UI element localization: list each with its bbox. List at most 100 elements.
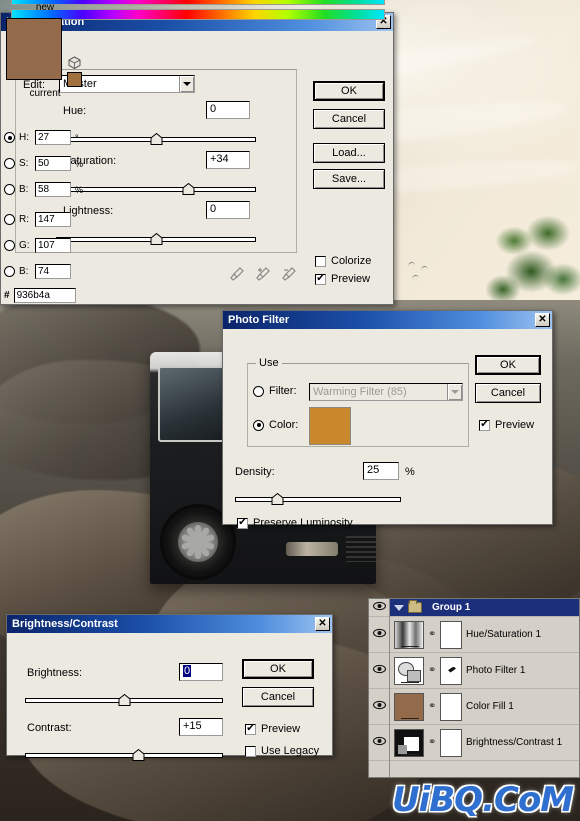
load-button[interactable]: Load... bbox=[313, 143, 385, 163]
color-field-input[interactable]: 74 bbox=[35, 264, 71, 279]
hex-field-row[interactable]: # 936b4a bbox=[4, 288, 76, 303]
photo-filter-titlebar[interactable]: Photo Filter ✕ bbox=[223, 311, 552, 329]
saturation-input[interactable]: +34 bbox=[206, 151, 250, 169]
link-icon[interactable]: ⚭ bbox=[428, 629, 436, 640]
ok-button[interactable]: OK bbox=[475, 355, 541, 375]
eye-icon[interactable] bbox=[372, 700, 386, 713]
layer-visibility-toggle[interactable] bbox=[369, 599, 389, 617]
layer-thumbnail[interactable] bbox=[394, 728, 424, 757]
filter-radio[interactable] bbox=[253, 385, 264, 397]
eyedropper-icon[interactable] bbox=[229, 266, 245, 282]
hex-input[interactable]: 936b4a bbox=[13, 288, 76, 303]
layer-row[interactable]: ⚭ Color Fill 1 bbox=[390, 689, 579, 725]
cancel-button[interactable]: Cancel bbox=[242, 687, 314, 707]
eyedropper-subtract-icon[interactable] bbox=[281, 266, 297, 282]
color-radio-r[interactable] bbox=[4, 214, 15, 225]
cancel-button[interactable]: Cancel bbox=[313, 109, 385, 129]
use-legacy-checkbox[interactable] bbox=[245, 745, 256, 757]
preview-checkbox-row[interactable]: ✔ Preview bbox=[245, 723, 300, 735]
new-color-swatch[interactable] bbox=[6, 18, 62, 80]
contrast-input[interactable]: +15 bbox=[179, 718, 223, 736]
color-field-s[interactable]: S: 50% bbox=[4, 156, 83, 171]
contrast-slider[interactable] bbox=[25, 749, 223, 761]
preserve-luminosity-row[interactable]: ✔ Preserve Luminosity bbox=[237, 517, 353, 529]
layer-row[interactable]: ⚭ Brightness/Contrast 1 bbox=[390, 725, 579, 761]
lightness-slider-thumb[interactable] bbox=[150, 233, 163, 245]
hue-input[interactable]: 0 bbox=[206, 101, 250, 119]
web-safe-color-swatch[interactable] bbox=[67, 72, 82, 87]
preview-checkbox-row[interactable]: ✔ Preview bbox=[315, 273, 370, 285]
layer-mask-thumbnail[interactable] bbox=[440, 620, 462, 649]
saturation-slider[interactable] bbox=[56, 183, 256, 195]
close-icon[interactable]: ✕ bbox=[535, 313, 550, 327]
colorize-checkbox[interactable] bbox=[315, 255, 326, 267]
color-radio-b2[interactable] bbox=[4, 266, 15, 277]
hue-slider[interactable] bbox=[56, 133, 256, 145]
preview-checkbox[interactable]: ✔ bbox=[315, 273, 326, 285]
color-radio-s[interactable] bbox=[4, 158, 15, 169]
color-field-input[interactable]: 50 bbox=[35, 156, 71, 171]
color-field-b[interactable]: B: 58% bbox=[4, 182, 83, 197]
ok-button[interactable]: OK bbox=[242, 659, 314, 679]
color-field-h[interactable]: H: 27 ° bbox=[4, 130, 79, 145]
density-slider-thumb[interactable] bbox=[271, 493, 284, 505]
preserve-luminosity-checkbox[interactable]: ✔ bbox=[237, 517, 248, 529]
lightness-slider[interactable] bbox=[56, 233, 256, 245]
layer-row[interactable]: ⚭ Photo Filter 1 bbox=[390, 653, 579, 689]
layer-visibility-toggle[interactable] bbox=[369, 653, 389, 689]
color-field-r[interactable]: R: 147 bbox=[4, 212, 75, 227]
preview-checkbox[interactable]: ✔ bbox=[245, 723, 256, 735]
link-icon[interactable]: ⚭ bbox=[428, 665, 436, 676]
layer-thumbnail[interactable] bbox=[394, 620, 424, 649]
layer-row[interactable]: ⚭ Hue/Saturation 1 bbox=[390, 617, 579, 653]
filter-radio-row[interactable]: Filter: bbox=[253, 385, 297, 397]
close-icon[interactable]: ✕ bbox=[315, 617, 330, 631]
color-field-input[interactable]: 58 bbox=[35, 182, 71, 197]
use-legacy-row[interactable]: Use Legacy bbox=[245, 745, 319, 757]
link-icon[interactable]: ⚭ bbox=[428, 701, 436, 712]
density-slider[interactable] bbox=[235, 493, 401, 505]
filter-preset-combobox[interactable]: Warming Filter (85) bbox=[309, 383, 463, 401]
layer-group-row[interactable]: Group 1 bbox=[390, 599, 579, 617]
save-button[interactable]: Save... bbox=[313, 169, 385, 189]
color-radio-g[interactable] bbox=[4, 240, 15, 251]
eye-icon[interactable] bbox=[372, 664, 386, 677]
density-input[interactable]: 25 bbox=[363, 462, 399, 480]
color-radio-h[interactable] bbox=[4, 132, 15, 143]
color-radio-b[interactable] bbox=[4, 184, 15, 195]
eye-icon[interactable] bbox=[372, 736, 386, 749]
color-field-input[interactable]: 107 bbox=[35, 238, 71, 253]
link-icon[interactable]: ⚭ bbox=[428, 737, 436, 748]
color-field-b2[interactable]: B: 74 bbox=[4, 264, 75, 279]
colorize-checkbox-row[interactable]: Colorize bbox=[315, 255, 371, 267]
brightness-input[interactable]: 0 bbox=[179, 663, 223, 681]
layer-visibility-toggle[interactable] bbox=[369, 617, 389, 653]
eyedropper-add-icon[interactable] bbox=[255, 266, 271, 282]
layer-visibility-toggle[interactable] bbox=[369, 689, 389, 725]
contrast-slider-thumb[interactable] bbox=[132, 749, 145, 761]
brightness-contrast-titlebar[interactable]: Brightness/Contrast ✕ bbox=[7, 615, 332, 633]
layer-mask-thumbnail[interactable] bbox=[440, 728, 462, 757]
saturation-slider-thumb[interactable] bbox=[182, 183, 195, 195]
layer-thumbnail[interactable] bbox=[394, 656, 424, 685]
layer-thumbnail[interactable] bbox=[394, 692, 424, 721]
brightness-slider[interactable] bbox=[25, 694, 223, 706]
color-field-input[interactable]: 27 bbox=[35, 130, 71, 145]
layer-visibility-toggle[interactable] bbox=[369, 725, 389, 761]
preview-checkbox-row[interactable]: ✔ Preview bbox=[479, 419, 534, 431]
web-safe-cube-icon[interactable] bbox=[68, 56, 81, 69]
color-field-g[interactable]: G: 107 bbox=[4, 238, 75, 253]
brightness-slider-thumb[interactable] bbox=[118, 694, 131, 706]
preview-checkbox[interactable]: ✔ bbox=[479, 419, 490, 431]
layer-mask-thumbnail[interactable] bbox=[440, 692, 462, 721]
color-radio[interactable] bbox=[253, 419, 264, 431]
cancel-button[interactable]: Cancel bbox=[475, 383, 541, 403]
eye-icon[interactable] bbox=[372, 601, 386, 614]
ok-button[interactable]: OK bbox=[313, 81, 385, 101]
lightness-input[interactable]: 0 bbox=[206, 201, 250, 219]
layer-mask-thumbnail[interactable] bbox=[440, 656, 462, 685]
chevron-down-icon[interactable] bbox=[394, 604, 404, 611]
eye-icon[interactable] bbox=[372, 628, 386, 641]
filter-color-swatch[interactable] bbox=[309, 407, 351, 445]
color-radio-row[interactable]: Color: bbox=[253, 419, 298, 431]
